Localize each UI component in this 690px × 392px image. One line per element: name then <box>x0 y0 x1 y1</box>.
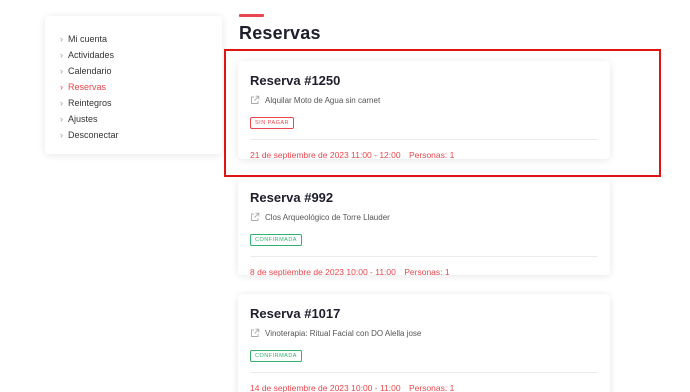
status-badge: CONFIRMADA <box>250 350 302 362</box>
status-badge: CONFIRMADA <box>250 234 302 246</box>
sidebar-item-mi-cuenta[interactable]: › Mi cuenta <box>45 31 222 47</box>
reservation-date: 14 de septiembre de 2023 10:00 - 11:00 <box>250 383 401 392</box>
reservation-activity[interactable]: Vinoterapia: Ritual Facial con DO Alella… <box>250 328 598 338</box>
reservation-title: Reserva #1017 <box>250 306 341 321</box>
sidebar-item-label: Mi cuenta <box>68 34 108 44</box>
reservation-card[interactable]: Reserva #992 Clos Arqueológico de Torre … <box>238 178 610 277</box>
sidebar-item-label: Reservas <box>68 82 107 92</box>
reservation-details: 14 de septiembre de 2023 10:00 - 11:00 P… <box>250 373 598 392</box>
sidebar-item-label: Desconectar <box>68 130 119 140</box>
chevron-right-icon: › <box>60 65 63 76</box>
chevron-right-icon: › <box>60 49 63 60</box>
reservation-persons: Personas: 1 <box>408 383 455 392</box>
reservation-title: Reserva #992 <box>250 190 334 205</box>
activity-name: Vinoterapia: Ritual Facial con DO Alella… <box>265 328 422 338</box>
reservation-activity[interactable]: Clos Arqueológico de Torre Llauder <box>250 212 598 222</box>
reservation-persons: Personas: 1 <box>404 267 450 277</box>
sidebar-item-reintegros[interactable]: › Reintegros <box>45 95 222 111</box>
sidebar-item-label: Actividades <box>68 50 115 60</box>
page: › Mi cuenta › Actividades › Calendario ›… <box>0 0 690 392</box>
external-link-icon <box>251 328 260 337</box>
external-link-icon <box>251 212 260 221</box>
account-sidebar: › Mi cuenta › Actividades › Calendario ›… <box>45 16 222 154</box>
sidebar-item-actividades[interactable]: › Actividades <box>45 47 222 63</box>
chevron-right-icon: › <box>60 81 63 92</box>
sidebar-item-label: Calendario <box>68 66 112 76</box>
page-title: Reservas <box>239 23 321 43</box>
chevron-right-icon: › <box>60 129 63 140</box>
chevron-right-icon: › <box>60 33 63 44</box>
sidebar-item-calendario[interactable]: › Calendario <box>45 63 222 79</box>
reservation-date: 8 de septiembre de 2023 10:00 - 11:00 <box>250 267 396 277</box>
sidebar-item-label: Ajustes <box>68 114 98 124</box>
reservation-details: 8 de septiembre de 2023 10:00 - 11:00 Pe… <box>250 257 598 277</box>
chevron-right-icon: › <box>60 113 63 124</box>
sidebar-item-label: Reintegros <box>68 98 112 108</box>
sidebar-item-ajustes[interactable]: › Ajustes <box>45 111 222 127</box>
sidebar-item-reservas[interactable]: › Reservas <box>45 79 222 95</box>
title-accent-bar <box>239 14 264 17</box>
activity-name: Clos Arqueológico de Torre Llauder <box>265 212 390 222</box>
reservation-card[interactable]: Reserva #1017 Vinoterapia: Ritual Facial… <box>238 294 610 392</box>
sidebar-item-desconectar[interactable]: › Desconectar <box>45 127 222 143</box>
highlight-box <box>224 49 661 177</box>
chevron-right-icon: › <box>60 97 63 108</box>
